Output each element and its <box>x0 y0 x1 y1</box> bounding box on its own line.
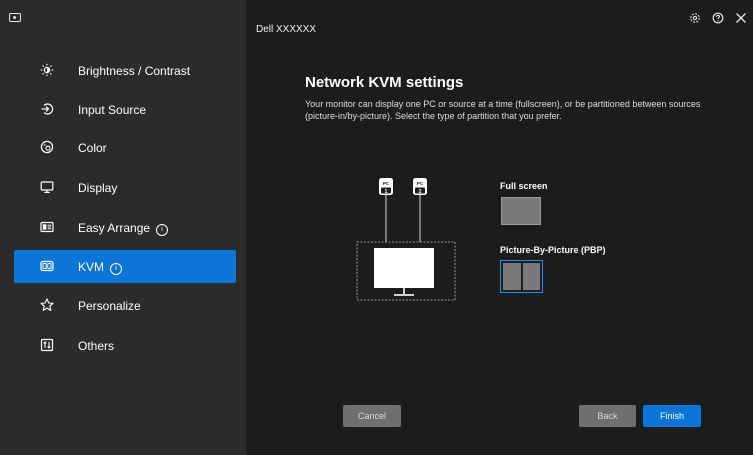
brightness-icon <box>40 63 54 77</box>
sidebar-item-label: Brightness / Contrast <box>78 64 191 78</box>
finish-button[interactable]: Finish <box>643 405 701 427</box>
sidebar-item-others[interactable]: Others <box>14 329 236 362</box>
pc-2-label: PC <box>417 181 424 186</box>
pbp-option[interactable] <box>500 260 543 293</box>
back-button[interactable]: Back <box>579 405 636 427</box>
pc-1-number: 1 <box>385 189 388 195</box>
sidebar-item-label-group: KVM i <box>78 260 123 275</box>
full-screen-label: Full screen <box>500 181 548 191</box>
sidebar-item-label: KVM <box>78 260 105 274</box>
settings-icon[interactable] <box>689 12 701 24</box>
sidebar-item-label: Color <box>78 141 107 155</box>
sidebar-item-brightness-contrast[interactable]: Brightness / Contrast <box>14 54 236 87</box>
kvm-icon <box>40 259 54 273</box>
display-icon <box>40 180 54 194</box>
kvm-connection-diagram: PC 1 PC 2 <box>354 172 456 304</box>
pc-1-icon: PC 1 <box>379 178 393 195</box>
app-logo-icon <box>9 13 21 22</box>
main-panel: Dell XXXXXX Network KVM settings Your mo… <box>246 0 753 455</box>
easy-arrange-icon <box>40 220 54 234</box>
pc-2-icon: PC 2 <box>413 178 427 195</box>
color-icon <box>40 140 54 154</box>
sidebar-item-label: Others <box>78 339 115 353</box>
pbp-left-pane <box>503 263 521 290</box>
sidebar-item-personalize[interactable]: Personalize <box>14 289 236 322</box>
help-icon[interactable] <box>712 12 724 24</box>
sidebar-item-label: Easy Arrange <box>78 221 151 235</box>
sidebar-item-display[interactable]: Display <box>14 171 236 204</box>
close-icon[interactable] <box>735 12 747 24</box>
sidebar-item-label: Personalize <box>78 299 141 313</box>
monitor-model-name: Dell XXXXXX <box>256 24 317 35</box>
sidebar-item-label-group: Easy Arrange i <box>78 221 169 236</box>
full-screen-option[interactable] <box>501 197 541 225</box>
sidebar: Brightness / Contrast Input Source Color… <box>0 0 246 455</box>
pbp-right-pane <box>522 263 540 290</box>
others-icon <box>40 338 54 352</box>
monitor-icon <box>374 248 434 296</box>
pc-2-number: 2 <box>419 189 422 195</box>
sidebar-item-kvm[interactable]: KVM i <box>14 250 236 283</box>
star-icon <box>40 298 54 312</box>
sidebar-item-label: Display <box>78 181 118 195</box>
pc-1-label: PC <box>383 181 390 186</box>
page-description: Your monitor can display one PC or sourc… <box>305 99 701 121</box>
cancel-button[interactable]: Cancel <box>343 405 401 427</box>
info-icon[interactable]: i <box>110 263 123 275</box>
sidebar-item-label: Input Source <box>78 103 147 117</box>
page-title: Network KVM settings <box>305 74 464 91</box>
info-icon[interactable]: i <box>156 224 169 236</box>
input-source-icon <box>40 102 54 116</box>
sidebar-item-color[interactable]: Color <box>14 131 236 164</box>
pbp-label: Picture-By-Picture (PBP) <box>500 245 606 255</box>
sidebar-item-input-source[interactable]: Input Source <box>14 93 236 126</box>
sidebar-item-easy-arrange[interactable]: Easy Arrange i <box>14 211 236 244</box>
window-controls <box>689 12 747 24</box>
